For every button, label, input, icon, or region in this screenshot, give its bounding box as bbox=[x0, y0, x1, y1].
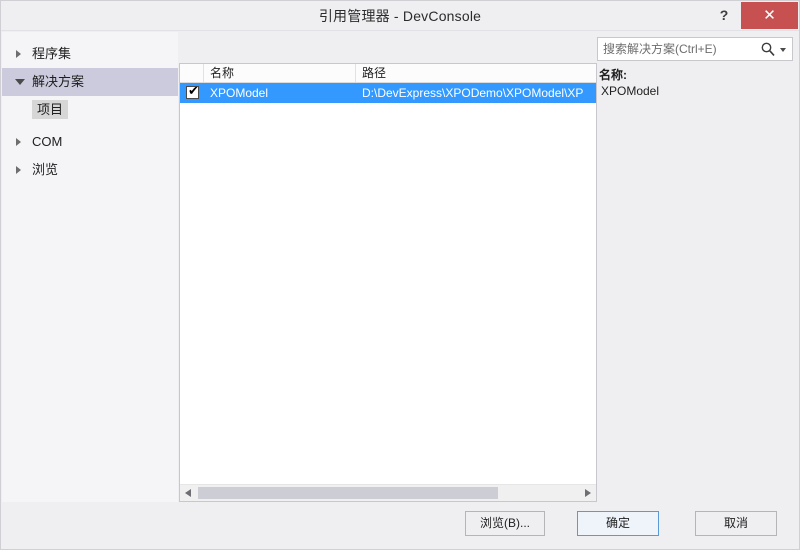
ok-button[interactable]: 确定 bbox=[577, 511, 659, 536]
scroll-right-arrow-icon[interactable] bbox=[579, 485, 596, 501]
browse-button[interactable]: 浏览(B)... bbox=[465, 511, 545, 536]
chevron-right-icon[interactable] bbox=[16, 166, 21, 174]
sidebar-item-projects[interactable]: 项目 bbox=[2, 96, 178, 124]
category-tree: 程序集 解决方案 项目 COM 浏览 bbox=[2, 32, 178, 502]
sidebar-item-assemblies[interactable]: 程序集 bbox=[2, 40, 178, 68]
detail-name-value: XPOModel bbox=[601, 84, 660, 98]
detail-pane: 名称: XPOModel bbox=[599, 67, 795, 497]
cancel-button[interactable]: 取消 bbox=[695, 511, 777, 536]
close-button[interactable]: ✕ bbox=[741, 2, 798, 29]
check-icon: ✔ bbox=[188, 83, 199, 98]
sidebar-item-solution[interactable]: 解决方案 bbox=[2, 68, 178, 96]
sidebar-item-label: 解决方案 bbox=[32, 74, 85, 89]
window-title: 引用管理器 - DevConsole bbox=[318, 8, 482, 24]
search-input[interactable] bbox=[603, 38, 753, 60]
table-row[interactable]: ✔ XPOModel D:\DevExpress\XPODemo\XPOMode… bbox=[180, 83, 596, 103]
detail-name-label: 名称: bbox=[599, 68, 627, 82]
sidebar-item-browse[interactable]: 浏览 bbox=[2, 156, 178, 184]
sidebar-item-com[interactable]: COM bbox=[2, 128, 178, 156]
reference-manager-dialog: 引用管理器 - DevConsole ? ✕ 程序集 解决方案 项目 COM 浏… bbox=[0, 0, 800, 550]
dialog-footer: 浏览(B)... 确定 取消 bbox=[1, 501, 799, 549]
chevron-down-icon[interactable] bbox=[780, 48, 786, 52]
scroll-left-arrow-icon[interactable] bbox=[180, 485, 197, 501]
sidebar-item-label: 程序集 bbox=[32, 46, 72, 61]
column-header-check[interactable] bbox=[180, 64, 204, 82]
chevron-down-icon[interactable] bbox=[15, 79, 25, 85]
scrollbar-thumb[interactable] bbox=[198, 487, 498, 499]
cell-path: D:\DevExpress\XPODemo\XPOModel\XP bbox=[362, 86, 584, 100]
search-icon[interactable] bbox=[760, 41, 776, 57]
chevron-right-icon[interactable] bbox=[16, 138, 21, 146]
sidebar-item-label: 浏览 bbox=[32, 162, 59, 177]
chevron-right-icon[interactable] bbox=[16, 50, 21, 58]
column-header-path[interactable]: 路径 bbox=[356, 64, 596, 82]
sidebar-item-label: 项目 bbox=[32, 100, 69, 119]
column-header-name[interactable]: 名称 bbox=[204, 64, 356, 82]
help-button[interactable]: ? bbox=[711, 1, 737, 30]
sidebar-item-label: COM bbox=[32, 134, 63, 149]
list-header: 名称 路径 bbox=[180, 64, 596, 83]
row-checkbox[interactable]: ✔ bbox=[186, 83, 199, 99]
search-box[interactable] bbox=[597, 37, 793, 61]
horizontal-scrollbar[interactable] bbox=[180, 484, 596, 501]
title-bar: 引用管理器 - DevConsole ? ✕ bbox=[1, 1, 799, 31]
cell-name: XPOModel bbox=[210, 86, 269, 100]
reference-list: 名称 路径 ✔ XPOModel D:\DevExpress\XPODemo\X… bbox=[179, 63, 597, 502]
